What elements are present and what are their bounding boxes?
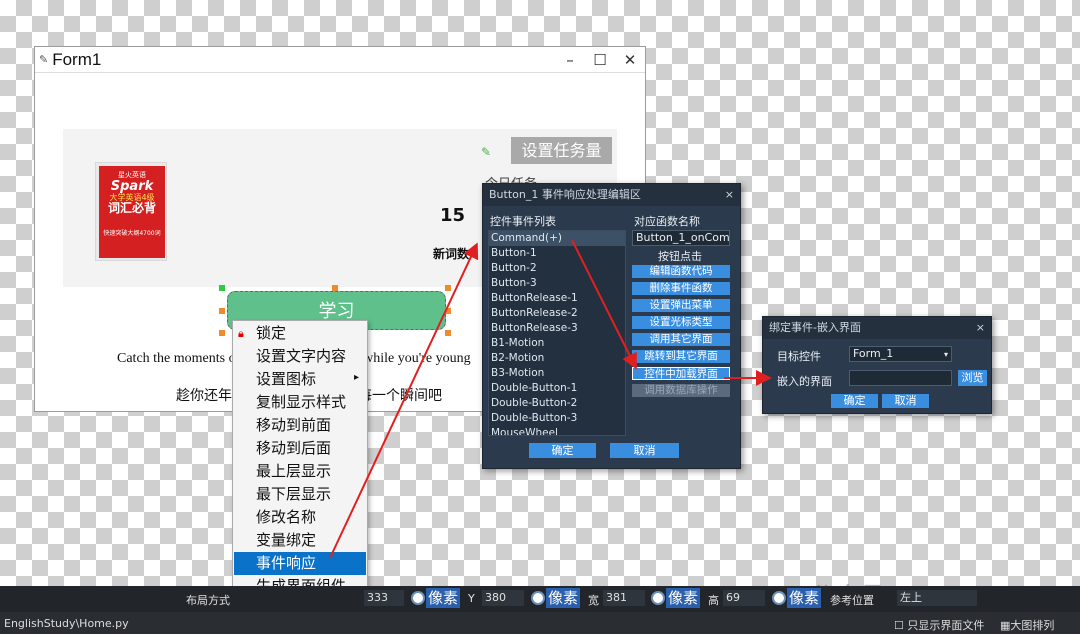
y-unit-label: 像素: [546, 588, 581, 608]
bottom-bar: EnglishStudy\Home.py ☐ 只显示界面文件 ▦大图排列: [0, 612, 1080, 634]
w-unit-label: 像素: [666, 588, 701, 608]
y-label: Y: [468, 592, 475, 605]
ref-position-select[interactable]: 左上: [897, 590, 977, 606]
annotation-arrows: [329, 239, 772, 559]
current-file: EnglishStudy\Home.py: [4, 617, 129, 630]
property-bar: 布局方式 333 像素 Y 380 像素 宽 381 像素 高 69 像素 参考…: [0, 586, 1080, 612]
h-unit-label: 像素: [787, 588, 822, 608]
x-unit-radio[interactable]: [411, 591, 425, 605]
w-unit-radio[interactable]: [651, 591, 665, 605]
big-icons-toggle[interactable]: ▦大图排列: [1000, 617, 1054, 633]
arrow-to-load-button: [571, 239, 637, 370]
layout-label: 布局方式: [186, 594, 230, 607]
y-field[interactable]: 380: [482, 590, 524, 606]
w-label: 宽: [588, 594, 599, 607]
only-show-forms-checkbox[interactable]: ☐ 只显示界面文件: [894, 617, 984, 633]
x-unit-label: 像素: [426, 588, 461, 608]
x-field[interactable]: 333: [364, 590, 404, 606]
arrow-to-event-dialog: [329, 242, 479, 559]
w-field[interactable]: 381: [603, 590, 645, 606]
h-label: 高: [708, 594, 719, 607]
ref-position-label: 参考位置: [830, 594, 874, 607]
h-unit-radio[interactable]: [772, 591, 786, 605]
h-field[interactable]: 69: [723, 590, 765, 606]
y-unit-radio[interactable]: [531, 591, 545, 605]
